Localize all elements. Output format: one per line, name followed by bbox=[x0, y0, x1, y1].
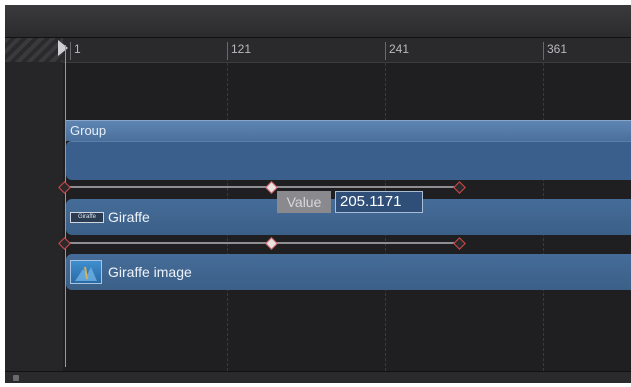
ruler-major-tick bbox=[543, 42, 544, 60]
ruler-label-361: 361 bbox=[547, 42, 568, 56]
ruler-label-1: 1 bbox=[74, 42, 81, 56]
value-input[interactable]: 205.1171 bbox=[335, 191, 423, 213]
timeline-panel: 1 121 241 361 Group Giraffe Giraffe Gira… bbox=[5, 5, 631, 383]
layer-list-column bbox=[5, 38, 64, 373]
image-thumbnail-icon bbox=[70, 260, 102, 284]
ruler-label-121: 121 bbox=[231, 42, 252, 56]
ruler-major-tick bbox=[385, 42, 386, 60]
group-label: Group bbox=[70, 123, 107, 138]
layer-bar-giraffe-image[interactable]: Giraffe image bbox=[66, 254, 631, 290]
value-label: Value bbox=[277, 191, 331, 213]
timeline-toolbar bbox=[5, 5, 631, 38]
keyframe-curve-giraffe-image bbox=[63, 242, 459, 244]
horizontal-scrollbar[interactable] bbox=[5, 371, 631, 383]
ruler-major-tick bbox=[70, 42, 71, 60]
playhead-icon[interactable] bbox=[58, 40, 68, 56]
group-track-body[interactable] bbox=[66, 141, 631, 180]
keyframe-curve-giraffe bbox=[63, 186, 459, 188]
ruler-corner bbox=[5, 38, 63, 62]
timeline-ruler[interactable]: 1 121 241 361 bbox=[63, 38, 631, 63]
group-track-header[interactable]: Group bbox=[66, 120, 631, 141]
ruler-label-241: 241 bbox=[389, 42, 410, 56]
ruler-major-tick bbox=[227, 42, 228, 60]
scroll-handle-icon[interactable] bbox=[13, 375, 19, 381]
layer-label-giraffe: Giraffe bbox=[108, 209, 150, 225]
value-editor: Value 205.1171 bbox=[277, 191, 425, 213]
layer-label-giraffe-image: Giraffe image bbox=[108, 264, 192, 280]
group-badge-icon: Giraffe bbox=[70, 212, 104, 223]
